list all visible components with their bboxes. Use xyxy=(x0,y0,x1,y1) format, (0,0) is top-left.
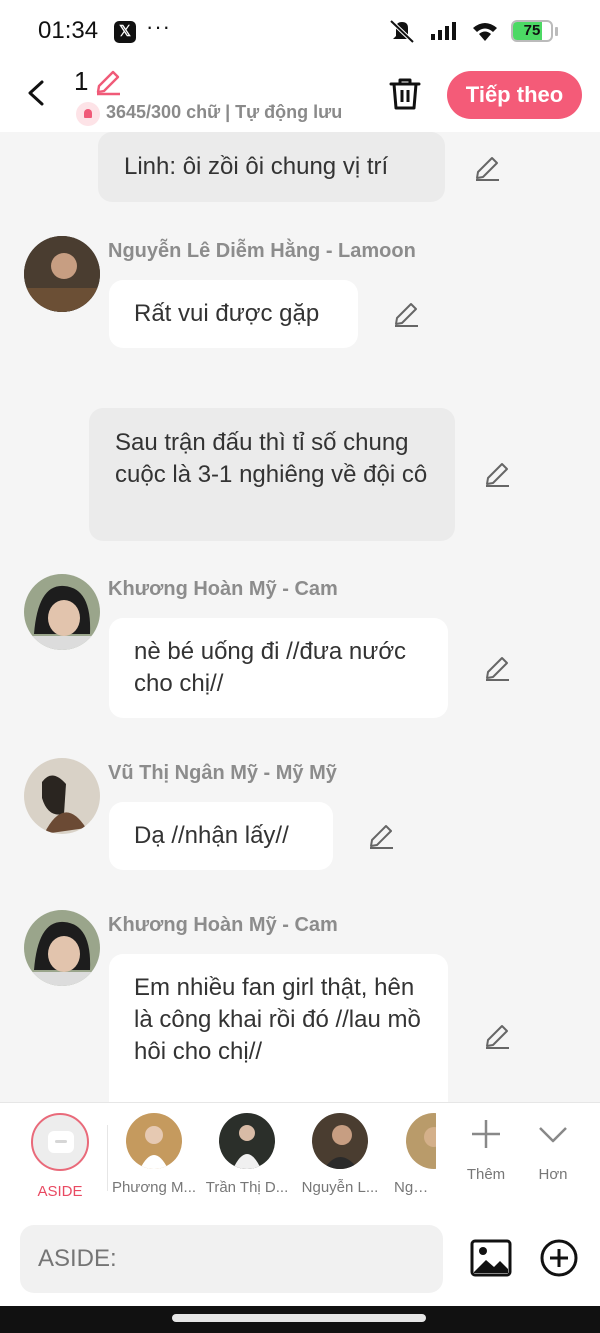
chat-area: Linh: ôi zồi ôi chung vị trí Nguyễn Lê D… xyxy=(0,132,600,1102)
character-item[interactable]: Trần Thị D... xyxy=(204,1113,290,1196)
edit-message-icon[interactable] xyxy=(483,460,511,488)
message-text: Dạ //nhận lấy// xyxy=(134,822,289,849)
message-text: Rất vui được gặp xyxy=(134,300,320,327)
battery-icon: 75 xyxy=(511,20,553,42)
edit-message-icon[interactable] xyxy=(473,154,501,182)
status-time: 01:34 xyxy=(38,17,99,44)
story-title: 1 xyxy=(74,66,89,96)
avatar[interactable] xyxy=(24,574,100,650)
signal-icon xyxy=(431,22,456,40)
speaker-name: Khương Hoàn Mỹ - Cam xyxy=(108,914,338,936)
avatar xyxy=(219,1113,275,1169)
character-name: Phương M... xyxy=(111,1179,197,1196)
more-notifications-icon: ··· xyxy=(146,14,171,39)
message-text: nè bé uống đi //đưa nước cho chị// xyxy=(134,638,407,697)
plus-icon xyxy=(472,1120,500,1148)
status-icons: 75 xyxy=(387,18,558,44)
more-characters-label: Hơn xyxy=(538,1166,568,1183)
system-nav-bar xyxy=(0,1306,600,1333)
wifi-icon xyxy=(473,23,497,41)
home-indicator[interactable] xyxy=(172,1314,426,1322)
back-arrow-icon[interactable] xyxy=(22,76,52,110)
speaker-name: Khương Hoàn Mỹ - Cam xyxy=(108,578,338,600)
message-bubble[interactable]: Em nhiều fan girl thật, hên là công khai… xyxy=(109,954,448,1102)
edit-message-icon[interactable] xyxy=(367,822,395,850)
x-app-icon: 𝕏 xyxy=(114,21,136,43)
character-name: Nguyễ xyxy=(394,1179,436,1196)
aside-icon xyxy=(31,1113,89,1171)
avatar xyxy=(406,1113,436,1169)
character-item[interactable]: Phương M... xyxy=(111,1113,197,1196)
add-character-button[interactable]: Thêm xyxy=(456,1117,516,1183)
message-bubble[interactable]: Dạ //nhận lấy// xyxy=(109,802,333,870)
character-name: Nguyễn L... xyxy=(301,1179,379,1196)
message-text: Sau trận đấu thì tỉ số chung cuộc là 3-1… xyxy=(115,429,428,488)
add-circle-icon[interactable] xyxy=(539,1238,579,1278)
more-characters-button[interactable]: Hơn xyxy=(523,1117,583,1183)
chevron-down-icon xyxy=(539,1127,567,1143)
message-bubble[interactable]: nè bé uống đi //đưa nước cho chị// xyxy=(109,618,448,718)
word-count-status: 3645/300 chữ | Tự động lưu xyxy=(106,102,343,122)
edit-title-icon[interactable] xyxy=(94,68,122,96)
speaker-name: Nguyễn Lê Diễm Hằng - Lamoon xyxy=(108,240,416,262)
add-character-label: Thêm xyxy=(466,1166,506,1183)
image-icon[interactable] xyxy=(470,1238,512,1278)
character-item[interactable]: Nguyễ xyxy=(390,1113,436,1196)
avatar xyxy=(126,1113,182,1169)
speaker-name: Vũ Thị Ngân Mỹ - Mỹ Mỹ xyxy=(108,762,337,784)
character-aside[interactable]: ASIDE xyxy=(17,1113,103,1200)
avatar xyxy=(312,1113,368,1169)
message-text: Em nhiều fan girl thật, hên là công khai… xyxy=(134,974,421,1065)
message-text: Linh: ôi zồi ôi chung vị trí xyxy=(124,153,389,180)
battery-tip xyxy=(555,26,558,36)
edit-message-icon[interactable] xyxy=(392,300,420,328)
trash-icon[interactable] xyxy=(388,76,422,112)
character-name: Trần Thị D... xyxy=(205,1179,289,1196)
avatar[interactable] xyxy=(24,758,100,834)
avatar[interactable] xyxy=(24,236,100,312)
aside-bubble[interactable]: Linh: ôi zồi ôi chung vị trí xyxy=(98,132,445,202)
mute-icon xyxy=(389,19,415,44)
divider xyxy=(107,1125,108,1191)
status-bar: 01:34 𝕏 ··· 75 xyxy=(0,0,600,62)
character-bar: ASIDE Phương M... Trần Thị D... Nguyễn L… xyxy=(0,1102,600,1212)
input-bar xyxy=(0,1212,600,1306)
editor-header: 1 3645/300 chữ | Tự động lưu Tiếp theo xyxy=(0,62,600,132)
next-button[interactable]: Tiếp theo xyxy=(447,71,582,119)
aside-bubble[interactable]: Sau trận đấu thì tỉ số chung cuộc là 3-1… xyxy=(89,408,455,541)
edit-message-icon[interactable] xyxy=(483,654,511,682)
character-item[interactable]: Nguyễn L... xyxy=(297,1113,383,1196)
word-count-icon xyxy=(76,102,100,126)
edit-message-icon[interactable] xyxy=(483,1022,511,1050)
character-name: ASIDE xyxy=(37,1183,83,1200)
message-input[interactable] xyxy=(20,1225,443,1293)
message-bubble[interactable]: Rất vui được gặp xyxy=(109,280,358,348)
avatar[interactable] xyxy=(24,910,100,986)
